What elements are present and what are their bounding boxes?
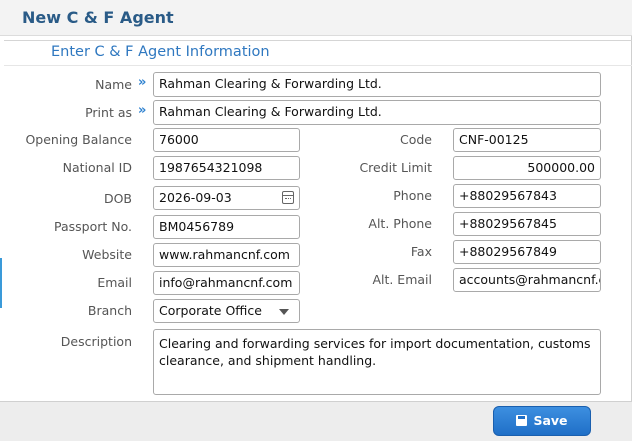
national-id-label: National ID xyxy=(62,160,132,175)
website-label: Website xyxy=(82,247,132,262)
save-label: Save xyxy=(533,413,568,428)
section-header: Enter C & F Agent Information xyxy=(4,40,632,66)
double-chevron-right-icon[interactable]: » xyxy=(138,75,146,90)
alt-phone-label: Alt. Phone xyxy=(368,216,432,231)
website-input[interactable]: www.rahmancnf.com xyxy=(153,243,300,267)
name-input[interactable]: Rahman Clearing & Forwarding Ltd. xyxy=(153,72,601,97)
opening-balance-input[interactable]: 76000 xyxy=(153,128,300,152)
alt-email-label: Alt. Email xyxy=(372,272,432,287)
window-title: New C & F Agent xyxy=(22,8,174,27)
credit-limit-input[interactable]: 500000.00 xyxy=(453,156,601,180)
code-input[interactable]: CNF-00125 xyxy=(453,128,601,152)
fax-label: Fax xyxy=(410,244,432,259)
phone-label: Phone xyxy=(393,188,432,203)
calendar-icon[interactable] xyxy=(282,191,294,204)
save-button[interactable]: Save xyxy=(493,406,591,436)
national-id-input[interactable]: 1987654321098 xyxy=(153,156,300,180)
left-edge-marker xyxy=(0,258,2,308)
code-label: Code xyxy=(399,132,432,147)
title-bar: New C & F Agent xyxy=(0,0,632,36)
opening-balance-label: Opening Balance xyxy=(25,132,132,147)
dob-input[interactable]: 2026-09-03 xyxy=(153,186,300,210)
branch-label: Branch xyxy=(87,303,132,318)
alt-email-input[interactable]: accounts@rahmancnf.com xyxy=(453,268,601,292)
passport-input[interactable]: BM0456789 xyxy=(153,215,300,239)
name-label: Name xyxy=(95,77,132,92)
passport-label: Passport No. xyxy=(53,219,132,234)
description-label: Description xyxy=(60,334,132,349)
dob-label: DOB xyxy=(103,191,132,206)
caret-down-icon[interactable] xyxy=(279,309,289,315)
print-as-label: Print as xyxy=(85,105,132,120)
floppy-disk-icon xyxy=(516,415,528,426)
section-title: Enter C & F Agent Information xyxy=(51,44,270,60)
branch-select[interactable]: Corporate Office xyxy=(153,299,300,323)
alt-phone-input[interactable]: +88029567845 xyxy=(453,212,601,236)
double-chevron-right-icon[interactable]: » xyxy=(138,103,146,118)
description-textarea[interactable]: Clearing and forwarding services for imp… xyxy=(153,329,601,395)
agent-window: New C & F Agent Enter C & F Agent Inform… xyxy=(0,0,632,441)
phone-input[interactable]: +88029567843 xyxy=(453,184,601,208)
email-input[interactable]: info@rahmancnf.com xyxy=(153,271,300,295)
print-as-input[interactable]: Rahman Clearing & Forwarding Ltd. xyxy=(153,100,601,125)
branch-value: Corporate Office xyxy=(159,303,262,318)
dob-value: 2026-09-03 xyxy=(159,190,232,205)
email-label: Email xyxy=(97,275,132,290)
fax-input[interactable]: +88029567849 xyxy=(453,240,601,264)
credit-limit-label: Credit Limit xyxy=(359,160,432,175)
